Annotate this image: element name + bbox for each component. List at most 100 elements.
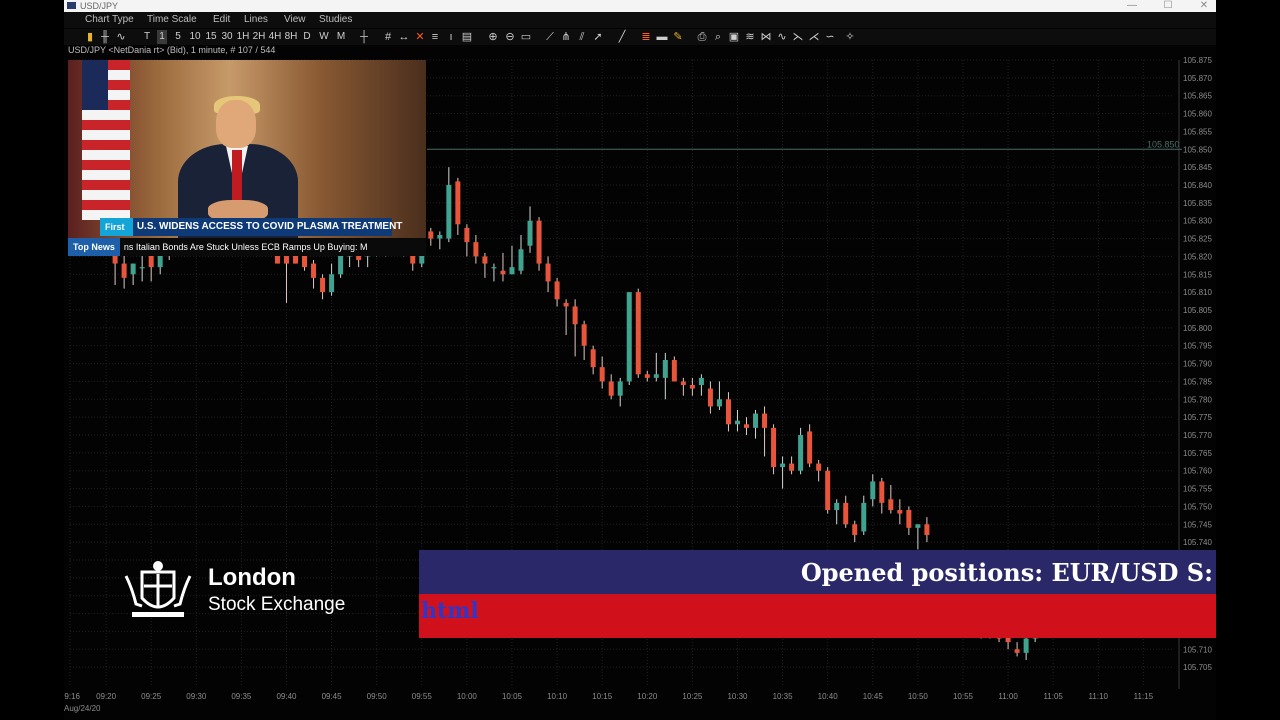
timeframe-tick[interactable]: T bbox=[142, 30, 152, 44]
y-tick-label: 105.860 bbox=[1183, 110, 1212, 119]
x-tick-label: 10:45 bbox=[863, 692, 884, 701]
candle-body bbox=[834, 502, 840, 510]
x-tick-label: 09:16 bbox=[64, 692, 81, 701]
x-tick-label: 10:40 bbox=[818, 692, 839, 701]
x-tick-label: 10:50 bbox=[908, 692, 929, 701]
menu-chart-type[interactable]: Chart Type bbox=[85, 14, 134, 25]
zoom-in-icon[interactable]: ⊕ bbox=[487, 30, 499, 44]
fibonacci-icon[interactable]: ≣ bbox=[640, 30, 652, 44]
candle-body bbox=[329, 274, 335, 293]
y-tick-label: 105.865 bbox=[1183, 92, 1212, 101]
menu-studies[interactable]: Studies bbox=[319, 14, 352, 25]
pencil-icon[interactable]: ✎ bbox=[672, 30, 684, 44]
y-tick-label: 105.870 bbox=[1183, 74, 1212, 83]
candlestick-icon[interactable]: ▮ bbox=[84, 30, 96, 44]
candle-body bbox=[473, 242, 479, 257]
indicator-6-icon[interactable]: ∽ bbox=[824, 30, 836, 44]
trendline-icon[interactable]: ⟋ bbox=[544, 30, 556, 44]
timeframe-2h[interactable]: 2H bbox=[252, 30, 266, 44]
window-titlebar: USD/JPY — ☐ ✕ bbox=[64, 0, 1216, 12]
news-ticker: ns Italian Bonds Are Stuck Unless ECB Ra… bbox=[123, 242, 368, 252]
candle-body bbox=[121, 263, 127, 278]
timeframe-5m[interactable]: 5 bbox=[173, 30, 183, 44]
candle-body bbox=[698, 377, 704, 385]
x-tick-label: 11:05 bbox=[1043, 692, 1063, 701]
candle-body bbox=[798, 435, 804, 471]
banner-top-strip: Opened positions: EUR/USD S: bbox=[419, 550, 1216, 594]
indicator-2-icon[interactable]: ⋈ bbox=[760, 30, 772, 44]
timeframe-month[interactable]: M bbox=[335, 30, 347, 44]
candle-body bbox=[780, 463, 786, 468]
y-tick-label: 105.815 bbox=[1183, 270, 1212, 279]
candle-body bbox=[870, 481, 876, 500]
left-letterbox bbox=[0, 0, 64, 720]
x-tick-label: 10:20 bbox=[637, 692, 658, 701]
line-chart-icon[interactable]: ∿ bbox=[115, 30, 127, 44]
timeframe-15m[interactable]: 15 bbox=[204, 30, 218, 44]
candle-body bbox=[789, 463, 795, 471]
top-news-tag: Top News bbox=[68, 238, 120, 256]
timeframe-day[interactable]: D bbox=[302, 30, 312, 44]
candle-body bbox=[320, 277, 326, 293]
timeframe-week[interactable]: W bbox=[318, 30, 330, 44]
line-draw-icon[interactable]: ╱ bbox=[616, 30, 628, 44]
price-label-icon[interactable]: ≡ bbox=[429, 30, 441, 44]
candle-body bbox=[581, 324, 587, 346]
minimize-button[interactable]: — bbox=[1122, 0, 1142, 12]
magic-wand-icon[interactable]: ✧ bbox=[844, 30, 856, 44]
timeframe-8h[interactable]: 8H bbox=[284, 30, 298, 44]
timeframe-1m[interactable]: 1 bbox=[157, 30, 167, 44]
candle-body bbox=[852, 524, 858, 535]
news-ticker-bar: Top News ns Italian Bonds Are Stuck Unle… bbox=[68, 238, 426, 256]
screen-icon[interactable]: ▣ bbox=[728, 30, 740, 44]
candle-body bbox=[527, 220, 533, 246]
y-tick-label: 105.775 bbox=[1183, 413, 1212, 422]
menu-edit[interactable]: Edit bbox=[213, 14, 230, 25]
text-tool-icon[interactable]: ▬ bbox=[656, 30, 668, 44]
indicator-3-icon[interactable]: ∿ bbox=[776, 30, 788, 44]
candle-body bbox=[725, 399, 731, 425]
y-tick-label: 105.835 bbox=[1183, 199, 1212, 208]
menu-view[interactable]: View bbox=[284, 14, 306, 25]
candle-body bbox=[897, 510, 903, 514]
y-tick-label: 105.780 bbox=[1183, 395, 1212, 404]
crosshair-icon[interactable]: ┼ bbox=[358, 30, 370, 44]
x-tick-label: 09:35 bbox=[231, 692, 252, 701]
zoom-reset-icon[interactable]: ▭ bbox=[520, 30, 532, 44]
info-icon[interactable]: ı bbox=[445, 30, 457, 44]
grid-icon[interactable]: # bbox=[382, 30, 394, 44]
x-tick-label: 10:00 bbox=[457, 692, 478, 701]
bar-chart-icon[interactable]: ╫ bbox=[99, 30, 111, 44]
timeframe-10m[interactable]: 10 bbox=[188, 30, 202, 44]
fork-icon[interactable]: ⋔ bbox=[560, 30, 572, 44]
zoom-out-icon[interactable]: ⊖ bbox=[504, 30, 516, 44]
arrow-icon[interactable]: ➚ bbox=[592, 30, 604, 44]
channel-icon[interactable]: ⫽ bbox=[576, 30, 588, 44]
volume-icon[interactable]: ▤ bbox=[461, 30, 473, 44]
delete-icon[interactable]: ✕ bbox=[414, 30, 426, 44]
y-tick-label: 105.800 bbox=[1183, 324, 1212, 333]
timeframe-1h[interactable]: 1H bbox=[236, 30, 250, 44]
x-tick-label: 11:00 bbox=[998, 692, 1018, 701]
y-tick-label: 105.705 bbox=[1183, 663, 1212, 672]
maximize-button[interactable]: ☐ bbox=[1158, 0, 1178, 12]
close-button[interactable]: ✕ bbox=[1194, 0, 1214, 12]
window-title: USD/JPY bbox=[80, 1, 119, 11]
find-icon[interactable]: ⌕ bbox=[712, 30, 724, 44]
y-tick-label: 105.765 bbox=[1183, 449, 1212, 458]
candle-body bbox=[1023, 638, 1029, 653]
timeframe-4h[interactable]: 4H bbox=[268, 30, 282, 44]
print-icon[interactable]: ⎙ bbox=[696, 30, 708, 44]
indicator-4-icon[interactable]: ⋋ bbox=[792, 30, 804, 44]
candle-body bbox=[861, 502, 867, 532]
timeframe-30m[interactable]: 30 bbox=[220, 30, 234, 44]
indicator-5-icon[interactable]: ⋌ bbox=[808, 30, 820, 44]
pan-icon[interactable]: ↔ bbox=[398, 30, 410, 44]
menu-time-scale[interactable]: Time Scale bbox=[147, 14, 197, 25]
menu-lines[interactable]: Lines bbox=[244, 14, 268, 25]
x-tick-label: 11:15 bbox=[1134, 692, 1154, 701]
x-tick-label: 10:10 bbox=[547, 692, 568, 701]
indicator-1-icon[interactable]: ≋ bbox=[744, 30, 756, 44]
candle-body bbox=[509, 267, 515, 275]
candle-body bbox=[753, 413, 759, 428]
